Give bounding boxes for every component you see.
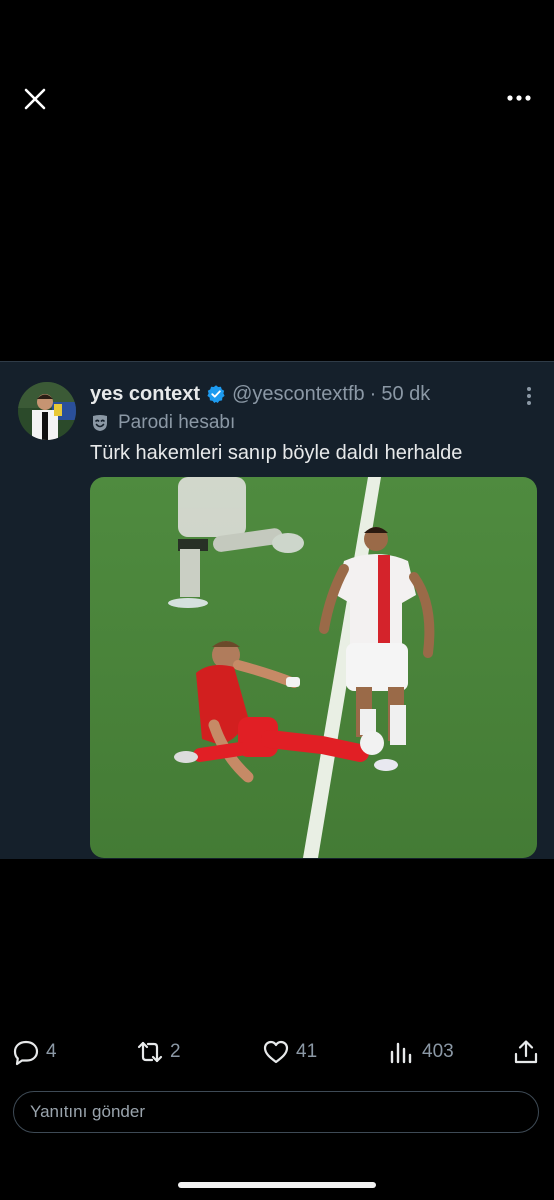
heart-icon (263, 1040, 289, 1064)
reply-button[interactable]: 4 (12, 1034, 57, 1070)
tweet-action-bar: 4 2 41 403 (0, 1034, 554, 1070)
repost-button[interactable]: 2 (136, 1034, 181, 1070)
verified-badge-icon (207, 385, 225, 403)
tweet-media-image[interactable] (90, 477, 537, 858)
football-photo (90, 477, 537, 858)
parody-mask-icon (93, 415, 107, 431)
parody-label: Parodi hesabı (118, 412, 236, 433)
share-button[interactable] (512, 1034, 540, 1070)
display-name[interactable]: yes context (90, 383, 200, 406)
more-options-button[interactable] (506, 88, 532, 108)
separator-dot: · (369, 382, 377, 405)
repost-icon (137, 1041, 163, 1063)
like-button[interactable]: 41 (262, 1034, 317, 1070)
reply-icon (13, 1040, 39, 1066)
tweet-timestamp[interactable]: 50 dk (381, 383, 430, 406)
user-handle[interactable]: @yescontextfb (232, 383, 365, 406)
share-icon (514, 1040, 538, 1064)
close-button[interactable] (22, 86, 48, 112)
avatar[interactable] (18, 382, 76, 440)
more-vertical-icon (527, 387, 531, 405)
reply-count: 4 (46, 1041, 57, 1062)
home-indicator[interactable] (178, 1182, 376, 1188)
tweet-text: Türk hakemleri sanıp böyle daldı herhald… (90, 442, 463, 464)
tweet-header: yes context @yescontextfb · 50 dk (90, 380, 430, 408)
tweet-card: yes context @yescontextfb · 50 dk Parodi… (0, 361, 554, 859)
more-horizontal-icon (507, 95, 531, 101)
parody-label-row: Parodi hesabı (90, 410, 235, 436)
views-chart-icon (390, 1042, 412, 1064)
views-count: 403 (422, 1041, 454, 1062)
tweet-more-button[interactable] (526, 386, 532, 406)
reply-input[interactable]: Yanıtını gönder (13, 1091, 539, 1133)
reply-placeholder: Yanıtını gönder (30, 1102, 145, 1121)
like-count: 41 (296, 1041, 318, 1062)
media-viewer-topbar (0, 0, 554, 200)
close-icon (24, 88, 46, 110)
repost-count: 2 (170, 1041, 181, 1062)
views-button[interactable]: 403 (388, 1034, 454, 1070)
